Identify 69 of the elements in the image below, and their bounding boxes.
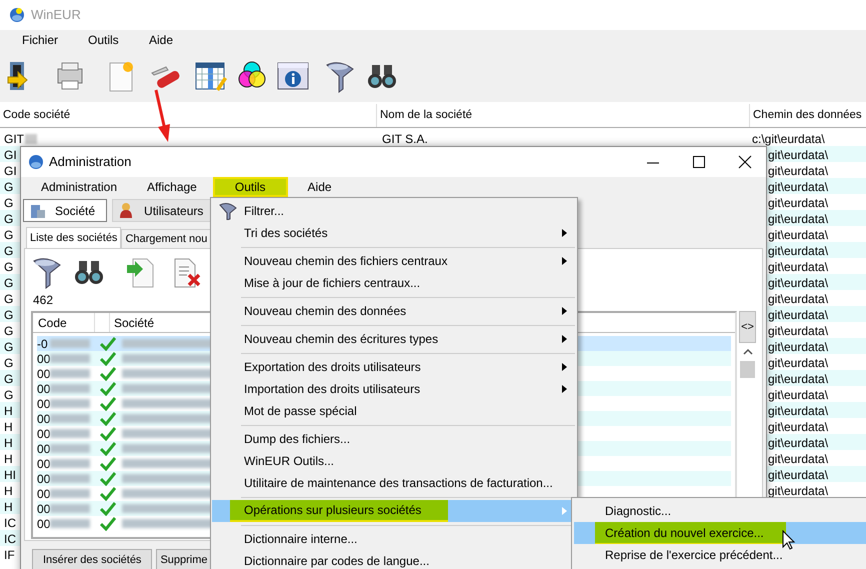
table-cell-text: G (4, 211, 14, 228)
table-cell: git\eurdata\ (768, 292, 828, 306)
table-cell-text: G (4, 179, 14, 196)
table-cell-text: 00 (37, 440, 50, 458)
table-cell-text: G (4, 355, 14, 372)
table-cell: git\eurdata\ (768, 372, 828, 386)
highlight-annotation: Opérations sur plusieurs sociétés (230, 500, 448, 522)
table-cell-text: 00 (37, 366, 50, 382)
table-cell-text: G (4, 387, 14, 404)
table-cell: git\eurdata\ (768, 420, 828, 434)
table-cell-text: 00 (37, 486, 50, 502)
table-cell-text: G (4, 227, 14, 244)
table-cell-text: G (4, 275, 14, 292)
table-cell-text: G (4, 339, 14, 356)
record-count: 462 (33, 292, 54, 309)
table-cell-text: IC (4, 515, 16, 532)
table-cell-text: 00 (37, 426, 50, 442)
table-cell: git\eurdata\ (768, 452, 828, 466)
table-cell-text: IF (4, 547, 15, 564)
table-cell: git\eurdata\ (768, 196, 828, 210)
table-cell-text: 00 (37, 470, 50, 488)
table-cell-text: H (4, 483, 13, 500)
table-cell: git\eurdata\ (768, 356, 828, 370)
table-cell-text: G (4, 323, 14, 340)
table-cell-text: G (4, 243, 14, 260)
table-cell-text: G (4, 195, 14, 212)
table-cell: git\eurdata\ (768, 308, 828, 322)
table-cell-text: HI (4, 467, 16, 484)
table-cell: GIT S.A. (382, 132, 428, 146)
table-cell: git\eurdata\ (768, 244, 828, 258)
table-cell-text: G (4, 371, 14, 388)
table-cell: git\eurdata\ (768, 340, 828, 354)
table-cell-text: 00 (37, 456, 50, 472)
table-cell-text: GI (4, 163, 17, 180)
table-cell-text: 00 (37, 380, 50, 398)
table-cell-text: G (4, 307, 14, 324)
table-cell-text: IC (4, 531, 16, 548)
table-cell-text: 00 (37, 500, 50, 518)
highlight-annotation: Création du nouvel exercice... (595, 522, 786, 544)
table-cell-text: GIT (4, 131, 24, 148)
table-cell: git\eurdata\ (768, 180, 828, 194)
table-cell-text: 00 (37, 350, 50, 368)
table-cell: git\eurdata\ (768, 468, 828, 482)
table-cell-text: G (4, 291, 14, 308)
table-cell: git\eurdata\ (768, 212, 828, 226)
table-cell: git\eurdata\ (768, 324, 828, 338)
window-title: Administration (49, 153, 132, 172)
table-cell: git\eurdata\ (768, 164, 828, 178)
table-cell-text: G (4, 259, 14, 276)
table-cell: git\eurdata\ (768, 404, 828, 418)
table-cell-text: H (4, 419, 13, 436)
table-cell: c:\git\eurdata\ (752, 132, 825, 146)
table-cell-text: 00 (37, 410, 50, 428)
table-cell-text: 00 (37, 516, 50, 532)
table-cell-text: H (4, 435, 13, 452)
table-cell-text: H (4, 403, 13, 420)
table-cell: git\eurdata\ (768, 260, 828, 274)
table-cell: git\eurdata\ (768, 276, 828, 290)
table-cell-text: -0 (37, 336, 49, 352)
table-cell-text: H (4, 451, 13, 468)
table-cell: git\eurdata\ (768, 388, 828, 402)
table-cell: git\eurdata\ (768, 436, 828, 450)
table-cell-text: H (4, 499, 13, 516)
table-cell: git\eurdata\ (768, 228, 828, 242)
table-cell-text: GI (4, 147, 17, 164)
table-cell-text: 00 (37, 396, 50, 412)
table-cell: git\eurdata\ (768, 148, 828, 162)
table-cell: git\eurdata\ (768, 484, 828, 498)
window-title: WinEUR (31, 6, 81, 24)
